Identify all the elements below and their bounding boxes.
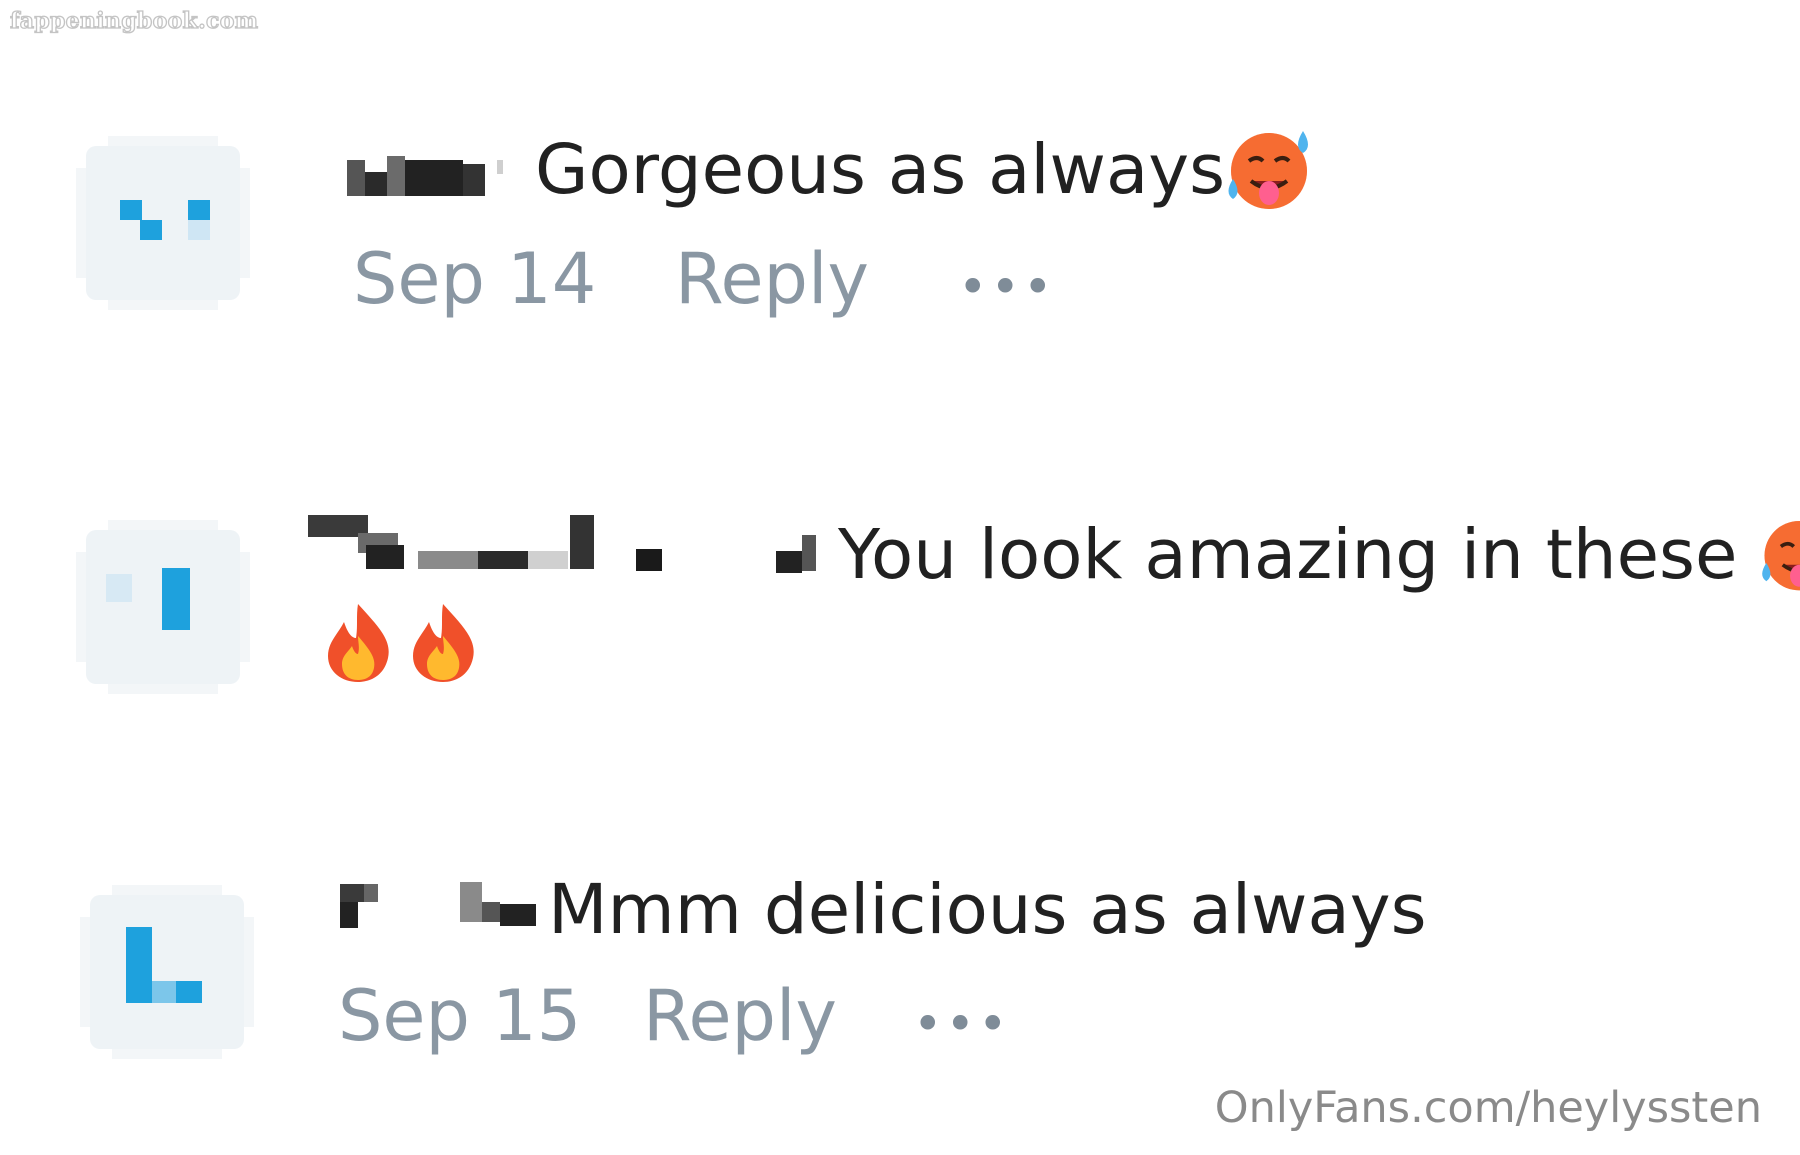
reply-button[interactable]: Reply [643, 975, 837, 1057]
hot-face-emoji-icon [1762, 520, 1800, 591]
fire-emojis [318, 600, 483, 688]
more-options-icon[interactable]: ••• [958, 258, 1055, 316]
user-avatar-icon[interactable] [68, 128, 258, 318]
redacted-username[interactable] [340, 880, 540, 930]
comment-text: Mmm delicious as always [548, 870, 1427, 950]
fire-emoji-icon [413, 604, 474, 682]
reply-button[interactable]: Reply [675, 238, 869, 320]
comment-text: Gorgeous as always [535, 130, 1317, 213]
comment-text: You look amazing in these [838, 515, 1800, 595]
comment-date: Sep 14 [353, 238, 597, 320]
comment-date: Sep 15 [338, 975, 582, 1057]
redacted-username[interactable] [308, 515, 828, 575]
user-avatar-icon[interactable] [68, 512, 258, 702]
creator-watermark: OnlyFans.com/heylyssten [1214, 1083, 1762, 1133]
user-avatar-icon[interactable] [72, 877, 262, 1067]
more-options-icon[interactable]: ••• [913, 995, 1010, 1053]
hot-face-emoji-icon [1228, 130, 1309, 209]
site-watermark: fappeningbook.com [9, 7, 259, 34]
redacted-username[interactable] [347, 150, 507, 200]
fire-emoji-icon [328, 604, 389, 682]
